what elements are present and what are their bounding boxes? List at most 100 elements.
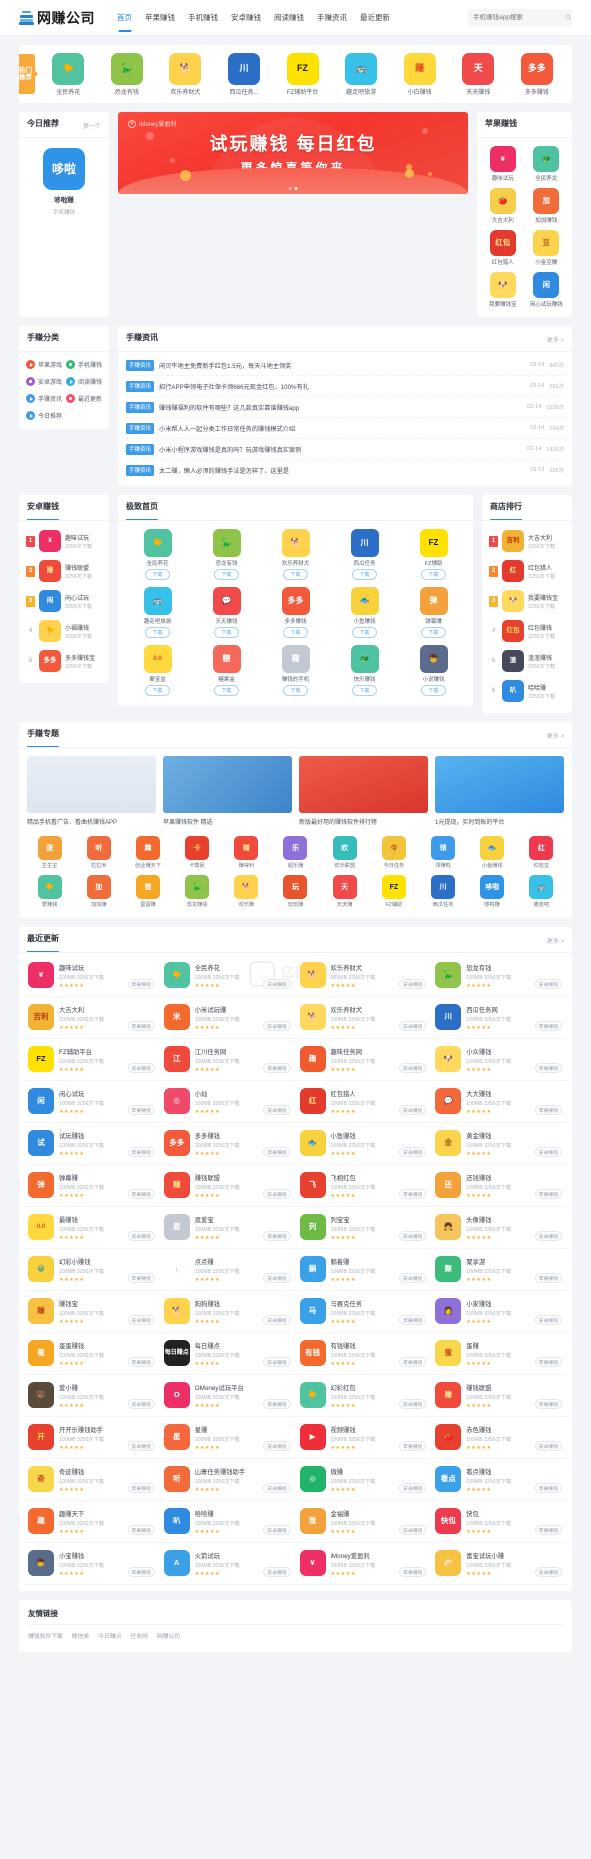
- latest-app-icon[interactable]: 🐶: [435, 1046, 462, 1072]
- latest-app-icon[interactable]: 蛋: [435, 1340, 462, 1366]
- topic-card-3[interactable]: 1元提现，实时到账的平台: [435, 756, 564, 826]
- latest-app-icon[interactable]: 🐤: [299, 1382, 326, 1408]
- newest-app-1[interactable]: 🦕 恐龙有钱 下载: [194, 529, 259, 580]
- hot-app-3[interactable]: 川西瓜任务...: [215, 52, 274, 96]
- rank-row-1[interactable]: 2 红红包猎人 3256次下载: [489, 556, 565, 586]
- latest-app-34[interactable]: 马马赛克任务 100MB 3256次下载 ★★★★★ 苹果赚钱: [295, 1291, 432, 1333]
- latest-app-12[interactable]: 闲闲心试玩 100MB 3256次下载 ★★★★★ 苹果赚钱: [24, 1081, 160, 1123]
- latest-app-48[interactable]: 奇奇迹赚钱 100MB 3256次下载 ★★★★★ 苹果赚钱: [24, 1459, 160, 1501]
- latest-app-42[interactable]: 🐤 幻彩红包 100MB 3256次下载 ★★★★★ 安卓赚钱: [295, 1375, 432, 1417]
- topic-app-icon[interactable]: 领: [431, 836, 456, 860]
- latest-app-47[interactable]: 🍅 赤色赚钱 100MB 3256次下载 ★★★★★ 安卓赚钱: [431, 1417, 567, 1459]
- latest-app-26[interactable]: 列列宝宝 100MB 3256次下载 ★★★★★ 安卓赚钱: [295, 1207, 432, 1249]
- news-row-4[interactable]: 手赚资讯 小米小程序游戏赚钱是真的吗？玩游戏赚钱真实案例 03-14 1410次: [126, 439, 564, 460]
- newest-app-icon[interactable]: 🐤: [143, 529, 172, 557]
- latest-app-icon[interactable]: 还: [435, 1172, 462, 1198]
- category-item-6[interactable]: 今日推荐: [26, 411, 62, 420]
- latest-app-icon[interactable]: 奇: [28, 1466, 54, 1492]
- latest-app-36[interactable]: 蛋蛋蛋赚钱 100MB 3256次下载 ★★★★★ 苹果赚钱: [24, 1333, 160, 1375]
- newest-app-icon[interactable]: 💬: [212, 587, 241, 615]
- latest-app-icon[interactable]: 涨: [299, 1508, 326, 1534]
- latest-app-icon[interactable]: 金: [435, 1130, 462, 1156]
- apple-app-icon[interactable]: 🐲: [533, 146, 560, 172]
- latest-app-icon[interactable]: 飞: [299, 1172, 326, 1198]
- topic-app-12[interactable]: 加加加赚: [76, 875, 121, 908]
- topic-app-5[interactable]: 乐超乐赚: [273, 836, 318, 869]
- apple-app-icon[interactable]: 闲: [533, 272, 560, 298]
- latest-app-icon[interactable]: 米: [163, 1004, 190, 1030]
- latest-app-11[interactable]: 🐶 小众赚钱 100MB 3256次下载 ★★★★★ 苹果赚钱: [431, 1039, 567, 1081]
- topic-app-icon[interactable]: 听: [86, 836, 111, 860]
- latest-app-icon[interactable]: 趣: [28, 1508, 54, 1534]
- hot-app-icon[interactable]: 🐤: [52, 52, 85, 85]
- topic-app-19[interactable]: 川西瓜任务: [420, 875, 465, 908]
- latest-app-59[interactable]: 🥟 富宝试玩小赚 100MB 3256次下载 ★★★★★ 安卓赚钱: [431, 1543, 567, 1585]
- category-item-5[interactable]: 最近更新: [66, 394, 102, 403]
- news-row-1[interactable]: 手赚资讯 招行APP申领电子社保卡领666元现金红包，100%有礼 03-14 291…: [126, 376, 564, 397]
- download-button[interactable]: 下载: [214, 569, 239, 580]
- latest-app-19[interactable]: 金黄金赚钱 100MB 3256次下载 ★★★★★ 安卓赚钱: [431, 1123, 567, 1165]
- apple-app-7[interactable]: 闲闲心试玩赚钱: [527, 272, 567, 308]
- latest-app-8[interactable]: FZ FZ辅助平台 100MB 3256次下载 ★★★★★ 安卓赚钱: [24, 1039, 160, 1081]
- search-input[interactable]: [473, 14, 561, 21]
- latest-app-icon[interactable]: 🐕: [163, 1298, 190, 1324]
- topic-app-icon[interactable]: 🦕: [185, 875, 210, 899]
- apple-app-6[interactable]: 🐶 我要赚钱宝: [483, 272, 523, 308]
- latest-app-5[interactable]: 米小米试玩赚 100MB 3256次下载 ★★★★★ 安卓赚钱: [159, 997, 296, 1039]
- download-button[interactable]: 下载: [352, 569, 377, 580]
- rank-row-4[interactable]: 5 多多 多多赚钱宝 3256次下载: [26, 646, 102, 676]
- download-button[interactable]: 下载: [352, 627, 377, 638]
- category-item-4[interactable]: 手赚资讯: [26, 394, 62, 403]
- latest-app-55[interactable]: 快包 快包 100MB 3256次下载 ★★★★★ 苹果赚钱: [431, 1501, 567, 1543]
- latest-app-4[interactable]: 吉利 大吉大利 100MB 3256次下载 ★★★★★ 苹果赚钱: [24, 997, 160, 1039]
- topic-app-icon[interactable]: 涨: [37, 836, 62, 860]
- latest-app-39[interactable]: 蛋蛋赚 100MB 3256次下载 ★★★★★ 苹果赚钱: [431, 1333, 567, 1375]
- apple-app-3[interactable]: 加加加赚钱: [527, 188, 567, 224]
- nav-item-3[interactable]: 安卓赚钱: [231, 0, 261, 36]
- latest-app-33[interactable]: 🐕 狗狗赚钱 100MB 3256次下载 ★★★★★ 安卓赚钱: [159, 1291, 296, 1333]
- topic-app-icon[interactable]: 卡: [185, 836, 210, 860]
- latest-app-icon[interactable]: 0.0: [28, 1214, 54, 1240]
- latest-app-icon[interactable]: FZ: [28, 1046, 54, 1072]
- topic-app-18[interactable]: FZ FZ辅助: [371, 875, 416, 908]
- latest-app-13[interactable]: ◎ 小灿 100MB 3256次下载 ★★★★★ 安卓赚钱: [159, 1081, 296, 1123]
- latest-app-30[interactable]: 躺躺着赚 100MB 3256次下载 ★★★★★ 安卓赚钱: [295, 1249, 432, 1291]
- banner-pagination-dots[interactable]: [288, 187, 298, 190]
- topic-app-10[interactable]: 红红包宝: [519, 836, 564, 869]
- rank-row-1[interactable]: 2 赚赚钱联盟 3256次下载: [26, 556, 102, 586]
- latest-app-icon[interactable]: 恩: [163, 1214, 190, 1240]
- latest-app-54[interactable]: 涨金福赚 100MB 3256次下载 ★★★★★ 安卓赚钱: [295, 1501, 432, 1543]
- topic-app-21[interactable]: 🚌 趣走吧: [519, 875, 564, 908]
- newest-app-5[interactable]: 🚌 趣走吧旅游 下载: [125, 587, 190, 638]
- newest-app-icon[interactable]: 👦: [419, 645, 448, 673]
- category-item-3[interactable]: 阅读赚钱: [66, 377, 102, 386]
- topic-app-icon[interactable]: 欢: [332, 836, 357, 860]
- hot-app-6[interactable]: 赚小白赚钱: [390, 52, 449, 96]
- latest-app-31[interactable]: 聚聚享游 100MB 3256次下载 ★★★★★ 苹果赚钱: [431, 1249, 567, 1291]
- newest-app-8[interactable]: 🐟 小鱼赚钱 下载: [332, 587, 397, 638]
- rank-row-2[interactable]: 3 闲闲心试玩 3256次下载: [26, 586, 102, 616]
- newest-app-14[interactable]: 👦 小说赚钱 下载: [401, 645, 466, 696]
- today-app[interactable]: 哆啦 哆啦赚 手机赚钱: [19, 138, 109, 225]
- download-button[interactable]: 下载: [283, 569, 308, 580]
- topic-app-9[interactable]: 🐟 小鱼赚钱: [470, 836, 515, 869]
- rank-row-0[interactable]: 1 ¥ 趣味试玩 3256次下载: [26, 526, 102, 556]
- latest-app-32[interactable]: 赚赚钱宝 100MB 3256次下载 ★★★★★ 安卓赚钱: [24, 1291, 160, 1333]
- newest-app-icon[interactable]: 川: [350, 529, 379, 557]
- newest-app-icon[interactable]: 🐕: [281, 529, 310, 557]
- hot-app-icon[interactable]: 多多: [520, 52, 553, 85]
- news-row-2[interactable]: 手赚资讯 赚钱赚福利的软件有哪些？这几款真实靠谱赚钱app 03-14 1029次: [126, 397, 564, 418]
- news-row-0[interactable]: 手赚资讯 闲贝牛地主免费新手红包1.5元，每天斗地主领奖 03-14 340次: [126, 355, 564, 376]
- latest-app-43[interactable]: 赚赚钱联盟 100MB 3256次下载 ★★★★★ 苹果赚钱: [431, 1375, 567, 1417]
- hot-app-icon[interactable]: 川: [227, 52, 260, 85]
- footer-link-2[interactable]: 今日赚点: [98, 1631, 121, 1640]
- newest-app-0[interactable]: 🐤 全民养花 下载: [125, 529, 190, 580]
- topic-app-15[interactable]: 🐕 欢乐赚: [224, 875, 269, 908]
- latest-app-23[interactable]: 还还钱赚钱 100MB 3256次下载 ★★★★★ 苹果赚钱: [431, 1165, 567, 1207]
- latest-app-22[interactable]: 飞飞相红包 100MB 3256次下载 ★★★★★ 苹果赚钱: [295, 1165, 432, 1207]
- topic-app-icon[interactable]: 今: [381, 836, 406, 860]
- rank-row-5[interactable]: 6 叭哈哈赚 3256次下载: [489, 676, 565, 706]
- newest-app-4[interactable]: FZ FZ辅助 下载: [401, 529, 466, 580]
- download-button[interactable]: 下载: [421, 685, 446, 696]
- newest-app-icon[interactable]: 🐲: [350, 645, 379, 673]
